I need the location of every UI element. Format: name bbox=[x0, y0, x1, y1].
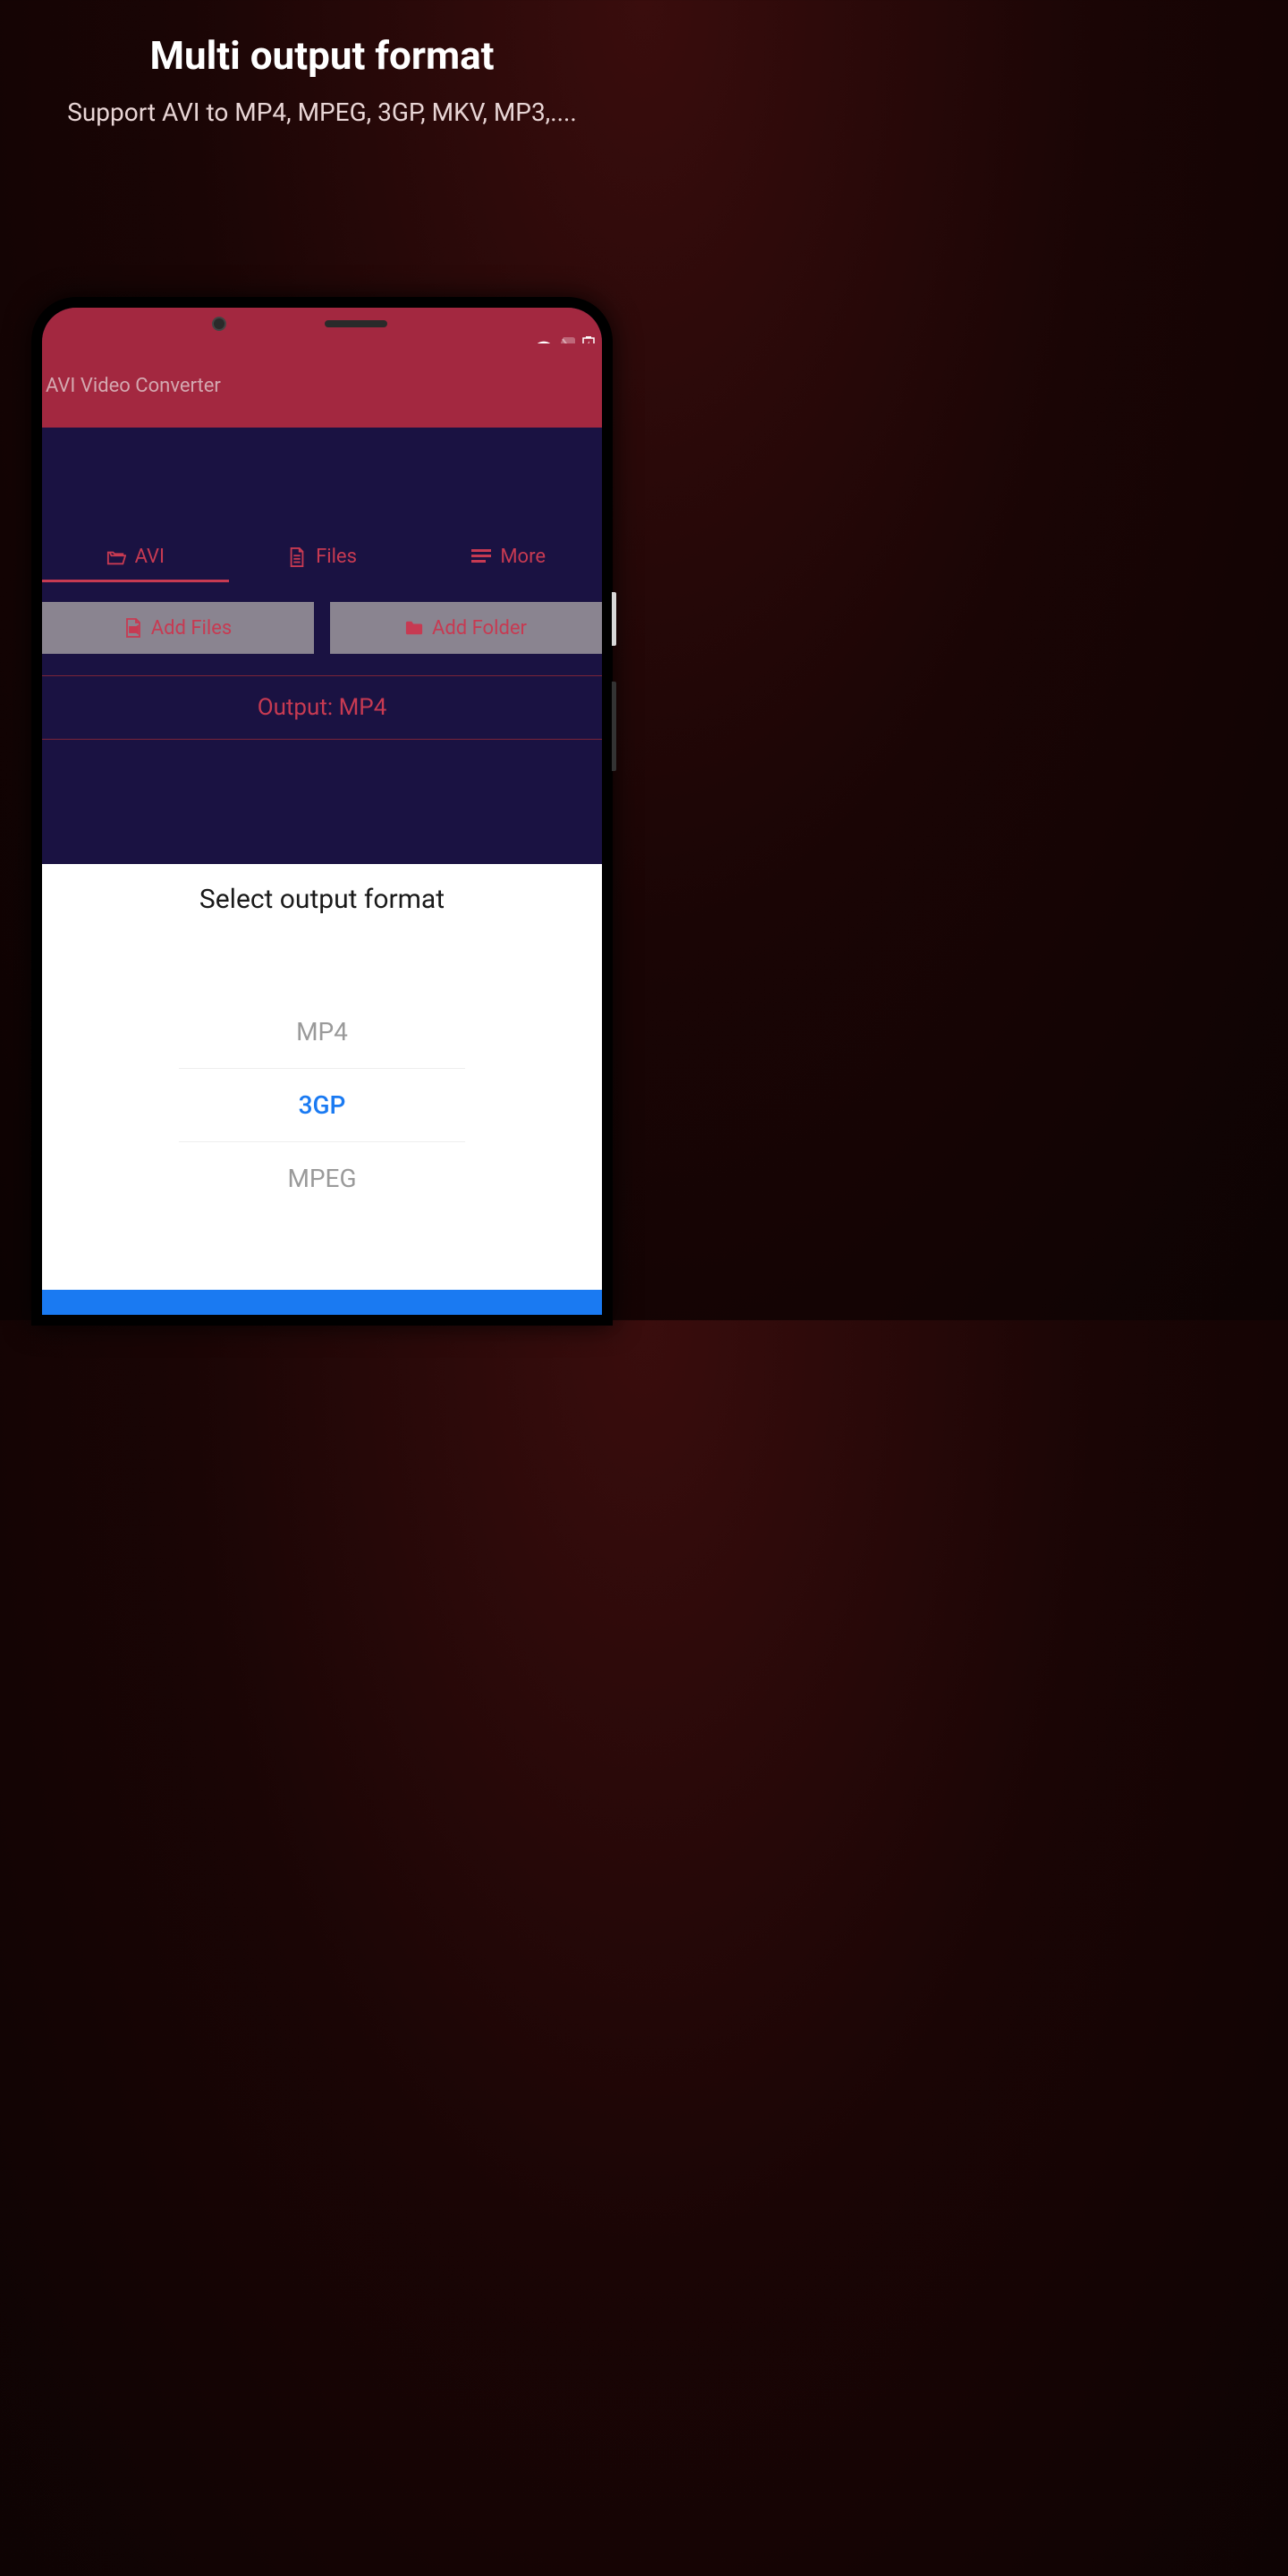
tab-files[interactable]: Files bbox=[229, 533, 416, 580]
app-header: AVI Video Converter bbox=[42, 343, 602, 428]
button-row: Add Files Add Folder bbox=[42, 580, 602, 654]
phone-side-button bbox=[612, 682, 616, 771]
tab-more[interactable]: More bbox=[415, 533, 602, 580]
tab-label: Files bbox=[316, 546, 357, 568]
format-option-3gp[interactable]: 3GP bbox=[179, 1069, 465, 1142]
phone-notch bbox=[257, 317, 387, 331]
tab-avi[interactable]: AVI bbox=[42, 533, 229, 580]
promo-title: Multi output format bbox=[0, 32, 644, 79]
output-format-bar[interactable]: Output: MP4 bbox=[42, 675, 602, 740]
speaker-slot bbox=[325, 320, 387, 327]
format-option-mpeg[interactable]: MPEG bbox=[179, 1142, 465, 1215]
file-video-icon bbox=[124, 618, 142, 638]
menu-lines-icon bbox=[471, 547, 491, 567]
folder-open-icon bbox=[106, 547, 126, 567]
tab-label: More bbox=[500, 546, 546, 568]
sheet-title: Select output format bbox=[42, 884, 602, 915]
format-option-mp4[interactable]: MP4 bbox=[179, 996, 465, 1069]
phone-side-button bbox=[612, 592, 616, 646]
folder-icon bbox=[405, 618, 423, 638]
button-label: Add Files bbox=[151, 617, 233, 640]
select-format-sheet: Select output format MP4 3GP MPEG bbox=[42, 864, 602, 1315]
promo-subtitle: Support AVI to MP4, MPEG, 3GP, MKV, MP3,… bbox=[0, 95, 644, 130]
camera-dot bbox=[212, 317, 226, 331]
add-folder-button[interactable]: Add Folder bbox=[330, 602, 602, 654]
tab-bar: AVI Files bbox=[42, 533, 602, 580]
app-title: AVI Video Converter bbox=[46, 375, 221, 397]
sheet-confirm-bar[interactable] bbox=[42, 1290, 602, 1315]
phone-screen: AVI Video Converter AVI F bbox=[42, 308, 602, 1315]
phone-frame: AVI Video Converter AVI F bbox=[31, 297, 613, 1326]
app-content: AVI Files bbox=[42, 428, 602, 1315]
file-text-icon bbox=[287, 547, 307, 567]
tab-label: AVI bbox=[135, 546, 165, 568]
add-files-button[interactable]: Add Files bbox=[42, 602, 314, 654]
format-options: MP4 3GP MPEG bbox=[42, 996, 602, 1215]
button-label: Add Folder bbox=[432, 617, 527, 640]
